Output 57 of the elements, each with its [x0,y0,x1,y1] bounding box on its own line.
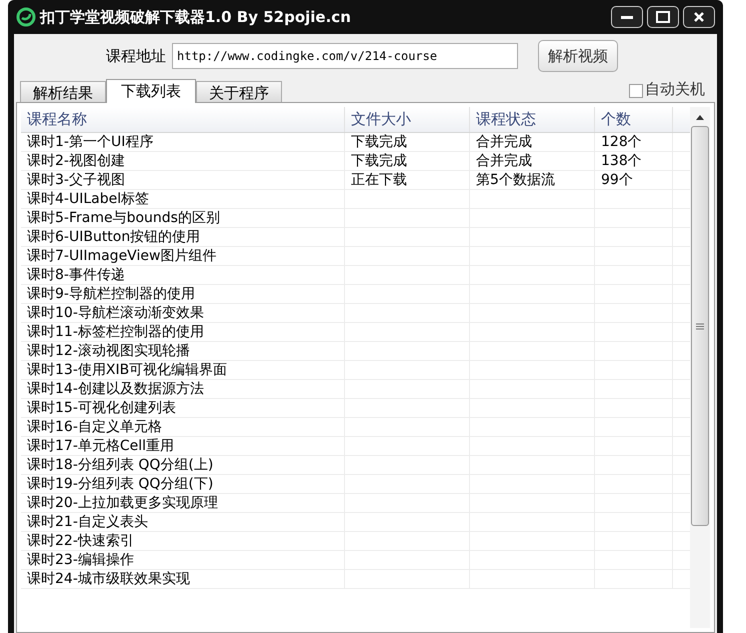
table-cell: 课时21-自定义表头 [27,515,148,529]
auto-shutdown-checkbox[interactable] [629,84,643,98]
table-cell: 第5个数据流 [476,173,555,187]
table-cell: 课时20-上拉加载更多实现原理 [27,496,218,510]
table-cell: 课时8-事件传递 [27,268,125,282]
url-field[interactable]: http://www.codingke.com/v/214-course [172,43,518,69]
minimize-button[interactable] [611,6,643,28]
table-cell: 课时23-编辑操作 [27,553,134,567]
scroll-up-icon [696,115,704,120]
table-cell: 课时7-UIImageView图片组件 [27,249,216,263]
scroll-thumb[interactable] [691,126,709,526]
table-cell: 正在下载 [351,173,407,187]
window-title: 扣丁学堂视频破解下载器1.0 By 52pojie.cn [40,6,352,28]
tab[interactable]: 关于程序 [196,81,282,102]
table-cell: 课时19-分组列表 QQ分组(下) [27,477,214,491]
grip-icon [696,322,704,330]
table-cell: 合并完成 [476,154,532,168]
column-header[interactable]: 文件大小 [351,108,411,131]
column-header[interactable]: 个数 [601,108,631,131]
tab[interactable]: 解析结果 [20,81,106,102]
column-header[interactable]: 课程状态 [476,108,536,131]
scrollbar[interactable] [690,107,710,628]
table-cell: 下载完成 [351,135,407,149]
table-cell: 课时2-视图创建 [27,154,125,168]
minimize-icon [621,15,633,19]
table-cell: 合并完成 [476,135,532,149]
table-cell: 课时14-创建以及数据源方法 [27,382,204,396]
table-cell: 下载完成 [351,154,407,168]
close-icon [693,11,705,23]
table-cell: 课时5-Frame与bounds的区别 [27,211,220,225]
auto-shutdown-label: 自动关机 [645,78,705,100]
table-cell: 课时12-滚动视图实现轮播 [27,344,190,358]
table-cell: 课时24-城市级联效果实现 [27,572,190,586]
table-cell: 课时18-分组列表 QQ分组(上) [27,458,214,472]
url-label: 课程地址 [106,46,166,67]
table-cell: 课时11-标签栏控制器的使用 [27,325,204,339]
maximize-button[interactable] [647,6,679,28]
table-cell: 课时3-父子视图 [27,173,125,187]
table-cell: 课时1-第一个UI程序 [27,135,154,149]
table-cell: 128个 [601,135,642,149]
table-cell: 课时13-使用XIB可视化编辑界面 [27,363,228,377]
table-cell: 课时4-UILabel标签 [27,192,150,206]
parse-video-button[interactable]: 解析视频 [538,40,618,72]
app-logo-icon [16,7,36,27]
table-cell: 课时10-导航栏滚动渐变效果 [27,306,204,320]
close-button[interactable] [683,6,715,28]
tab[interactable]: 下载列表 [106,79,196,103]
table-cell: 课时22-快速索引 [27,534,134,548]
table-cell: 课时6-UIButton按钮的使用 [27,230,200,244]
table-cell: 课时16-自定义单元格 [27,420,162,434]
column-header[interactable]: 课程名称 [27,108,87,131]
table-cell: 138个 [601,154,642,168]
table-cell: 课时15-可视化创建列表 [27,401,176,415]
table-cell: 课时9-导航栏控制器的使用 [27,287,195,301]
table-cell: 课时17-单元格Cell重用 [27,439,174,453]
table-cell: 99个 [601,173,633,187]
maximize-icon [656,11,670,23]
